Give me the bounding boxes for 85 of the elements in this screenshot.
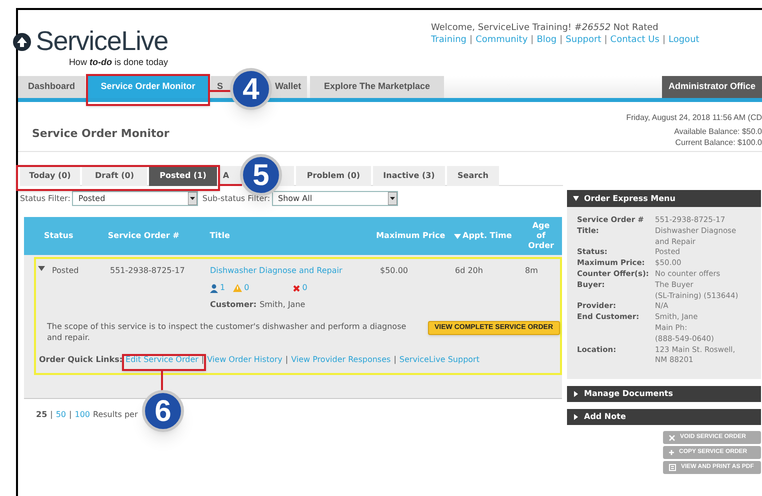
results-per-text: Results per [93, 409, 138, 421]
step-number-badge: 4 [230, 68, 272, 110]
leader-line [161, 371, 163, 391]
filter-dropdown[interactable]: Posted [72, 191, 198, 206]
filter-dropdown[interactable]: Show All [272, 191, 398, 206]
dropdown-arrow-icon [388, 192, 398, 205]
order-number-cell-text: 551-2938-8725-17 [110, 265, 186, 277]
status-tab[interactable]: Today (0) [20, 166, 80, 186]
quick-link[interactable]: Edit Service Order [126, 354, 198, 366]
panel-header[interactable]: Order Express Menu [567, 190, 761, 207]
close-x-icon [669, 434, 675, 440]
nav-tab[interactable]: S [211, 76, 229, 98]
column-header[interactable]: Appt. Time [445, 230, 520, 242]
separator: | [603, 34, 608, 46]
age-cell-text: 8m [525, 265, 539, 277]
quick-link[interactable]: View Order History [207, 354, 282, 366]
header-link[interactable]: Support [566, 34, 602, 46]
separator: | [49, 409, 54, 421]
status-tab[interactable]: Search [447, 166, 499, 186]
sort-descending-icon [454, 234, 460, 238]
nav-tab[interactable]: Wallet [275, 76, 307, 98]
customer-label: Customer: [210, 299, 257, 311]
filter-label: Status Filter: [20, 192, 70, 204]
column-header[interactable]: Age of Order [520, 221, 562, 251]
person-icon [210, 284, 218, 292]
nav-tab[interactable]: Service Order Monitor [88, 76, 208, 98]
separator: | [530, 34, 535, 46]
header-link[interactable]: Logout [668, 34, 700, 46]
balance-text: Current Balance: $100.0 [675, 137, 762, 148]
page-size-link[interactable]: 100 [74, 409, 90, 421]
welcome-text: Welcome, ServiceLive Training! #26552 Not Rated [431, 22, 660, 34]
nav-tab[interactable]: Explore The Marketplace [310, 76, 444, 98]
date-time: Friday, August 24, 2018 11:56 AM (CD [626, 112, 762, 123]
header-link[interactable]: Contact Us [610, 34, 660, 46]
status-tab[interactable]: Posted (1) [149, 166, 217, 186]
separator: | [558, 34, 564, 46]
step-number-badge: 5 [240, 154, 282, 196]
separator: | [392, 354, 398, 366]
count-link[interactable]: 1 [220, 282, 226, 294]
count-link[interactable]: 0 [244, 282, 250, 294]
panel-header[interactable]: Add Note [567, 409, 761, 425]
separator: | [68, 409, 73, 421]
header-link[interactable]: Community [476, 34, 528, 46]
status-tab[interactable]: Problem (0) [296, 166, 371, 186]
column-header[interactable]: Title [210, 230, 370, 242]
caret-down-icon [573, 196, 579, 201]
status-tab[interactable]: Inactive (3) [373, 166, 445, 186]
logo-text: ServiceLive [36, 28, 168, 55]
appt-time-cell-text: 6d 20h [455, 265, 484, 277]
column-header[interactable]: Maximum Price [369, 230, 446, 242]
page-size-link[interactable]: 50 [56, 409, 66, 421]
column-header[interactable]: Status [44, 230, 96, 242]
header-link[interactable]: Training [431, 34, 467, 46]
count-link[interactable]: 0 [302, 282, 308, 294]
status-cell-text: Posted [52, 265, 80, 277]
customer-name: Smith, Jane [260, 299, 306, 311]
nav-tab[interactable]: Dashboard [18, 76, 85, 98]
quick-link[interactable]: ServiceLive Support [399, 354, 480, 366]
admin-office-tab[interactable]: Administrator Office [662, 76, 762, 98]
quick-link[interactable]: View Provider Responses [291, 354, 391, 366]
separator: | [284, 354, 290, 366]
price-cell-text: $50.00 [380, 265, 409, 277]
collapse-caret-icon[interactable] [38, 266, 44, 271]
separator: | [468, 34, 474, 46]
separator: | [200, 354, 206, 366]
page-size-link[interactable]: 25 [36, 409, 48, 421]
tagline: How to-do is done today [68, 56, 168, 69]
status-tab[interactable]: Draft (0) [82, 166, 147, 186]
panel-header[interactable]: Manage Documents [567, 386, 761, 402]
close-x-icon [293, 284, 300, 292]
dropdown-arrow-icon [188, 192, 198, 205]
quick-links-label: Order Quick Links: [39, 354, 123, 366]
document-icon [669, 464, 676, 471]
leader-line [210, 90, 232, 92]
page-title: Service Order Monitor [32, 126, 170, 142]
order-description: The scope of this service is to inspect the customer's dishwasher and perform a diagnose and repair. [47, 321, 408, 343]
plus-icon [669, 450, 674, 455]
separator: | [661, 34, 666, 46]
leader-line [220, 184, 242, 186]
balance-text: Available Balance: $50.0 [674, 126, 762, 137]
step-number-badge: 6 [142, 390, 184, 432]
warning-icon [233, 284, 242, 292]
order-title-link[interactable]: Dishwasher Diagnose and Repair [210, 265, 380, 277]
column-header[interactable]: Service Order # [108, 230, 202, 242]
header-link[interactable]: Blog [536, 34, 557, 46]
